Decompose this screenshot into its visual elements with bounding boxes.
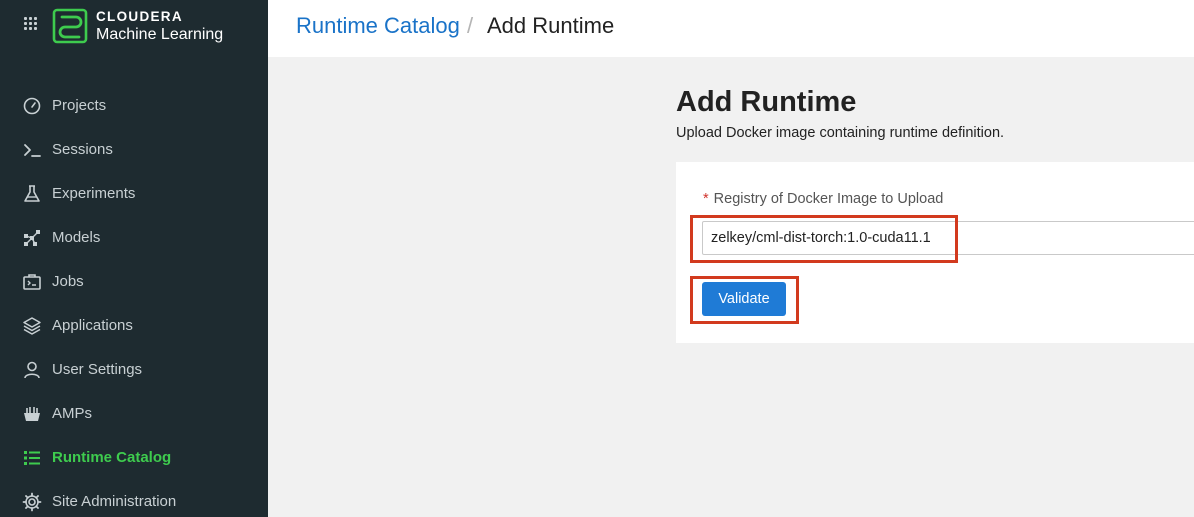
sidebar-item-label: Sessions (52, 141, 113, 158)
registry-field-label-text: Registry of Docker Image to Upload (713, 191, 944, 207)
sidebar-item-label: Runtime Catalog (52, 449, 172, 466)
sidebar-item-label: AMPs (52, 405, 93, 422)
sidebar-item-label: Applications (52, 317, 133, 334)
cloudera-logo-icon[interactable] (52, 8, 88, 44)
breadcrumb-separator: / (467, 13, 474, 38)
sidebar-item-label: Site Administration (52, 493, 177, 510)
app-launcher-icon[interactable] (24, 17, 38, 31)
sidebar-item-label: Jobs (52, 273, 84, 290)
sidebar-item-experiments[interactable]: Experiments (0, 172, 268, 216)
sidebar-item-runtime-catalog[interactable]: Runtime Catalog (0, 436, 268, 480)
brand-header: CLOUDERA Machine Learning (0, 0, 268, 57)
sidebar-item-label: Models (52, 229, 101, 246)
sidebar-item-amps[interactable]: AMPs (0, 392, 268, 436)
list-icon (22, 448, 42, 468)
docker-image-registry-input[interactable] (702, 221, 1194, 255)
sidebar-item-applications[interactable]: Applications (0, 304, 268, 348)
sidebar-item-label: Projects (52, 97, 107, 114)
top-header: Runtime Catalog / Add Runtime (268, 0, 1194, 57)
user-icon (22, 360, 42, 380)
sidebar-item-models[interactable]: Models (0, 216, 268, 260)
gear-icon (22, 492, 42, 512)
sidebar-item-label: User Settings (52, 361, 143, 378)
validate-button[interactable]: Validate (702, 282, 786, 316)
sidebar-item-user-settings[interactable]: User Settings (0, 348, 268, 392)
terminal-prompt-icon (22, 140, 42, 160)
required-marker: * (703, 191, 709, 207)
breadcrumb-current: Add Runtime (487, 13, 615, 38)
brand-name-bottom: Machine Learning (96, 26, 224, 43)
registry-field-label: * Registry of Docker Image to Upload (703, 191, 943, 207)
jobs-briefcase-icon (22, 272, 42, 292)
sidebar-item-projects[interactable]: Projects (0, 84, 268, 128)
sidebar-item-site-administration[interactable]: Site Administration (0, 480, 268, 517)
model-nodes-icon (22, 228, 42, 248)
page-subtitle: Upload Docker image containing runtime d… (676, 125, 1005, 141)
sidebar-nav: Projects Sessions Experiments Models Job… (0, 84, 268, 517)
dashboard-gauge-icon (22, 96, 42, 116)
page-title: Add Runtime (676, 86, 857, 118)
sidebar-item-label: Experiments (52, 185, 136, 202)
brand-name: CLOUDERA Machine Learning (96, 9, 223, 44)
breadcrumb-runtime-catalog-link[interactable]: Runtime Catalog (296, 13, 460, 39)
brand-name-top: CLOUDERA (96, 9, 183, 24)
layers-icon (22, 316, 42, 336)
sidebar-item-jobs[interactable]: Jobs (0, 260, 268, 304)
sidebar: CLOUDERA Machine Learning Projects Sessi… (0, 0, 268, 517)
amps-basket-icon (22, 404, 42, 424)
flask-icon (22, 184, 42, 204)
sidebar-item-sessions[interactable]: Sessions (0, 128, 268, 172)
